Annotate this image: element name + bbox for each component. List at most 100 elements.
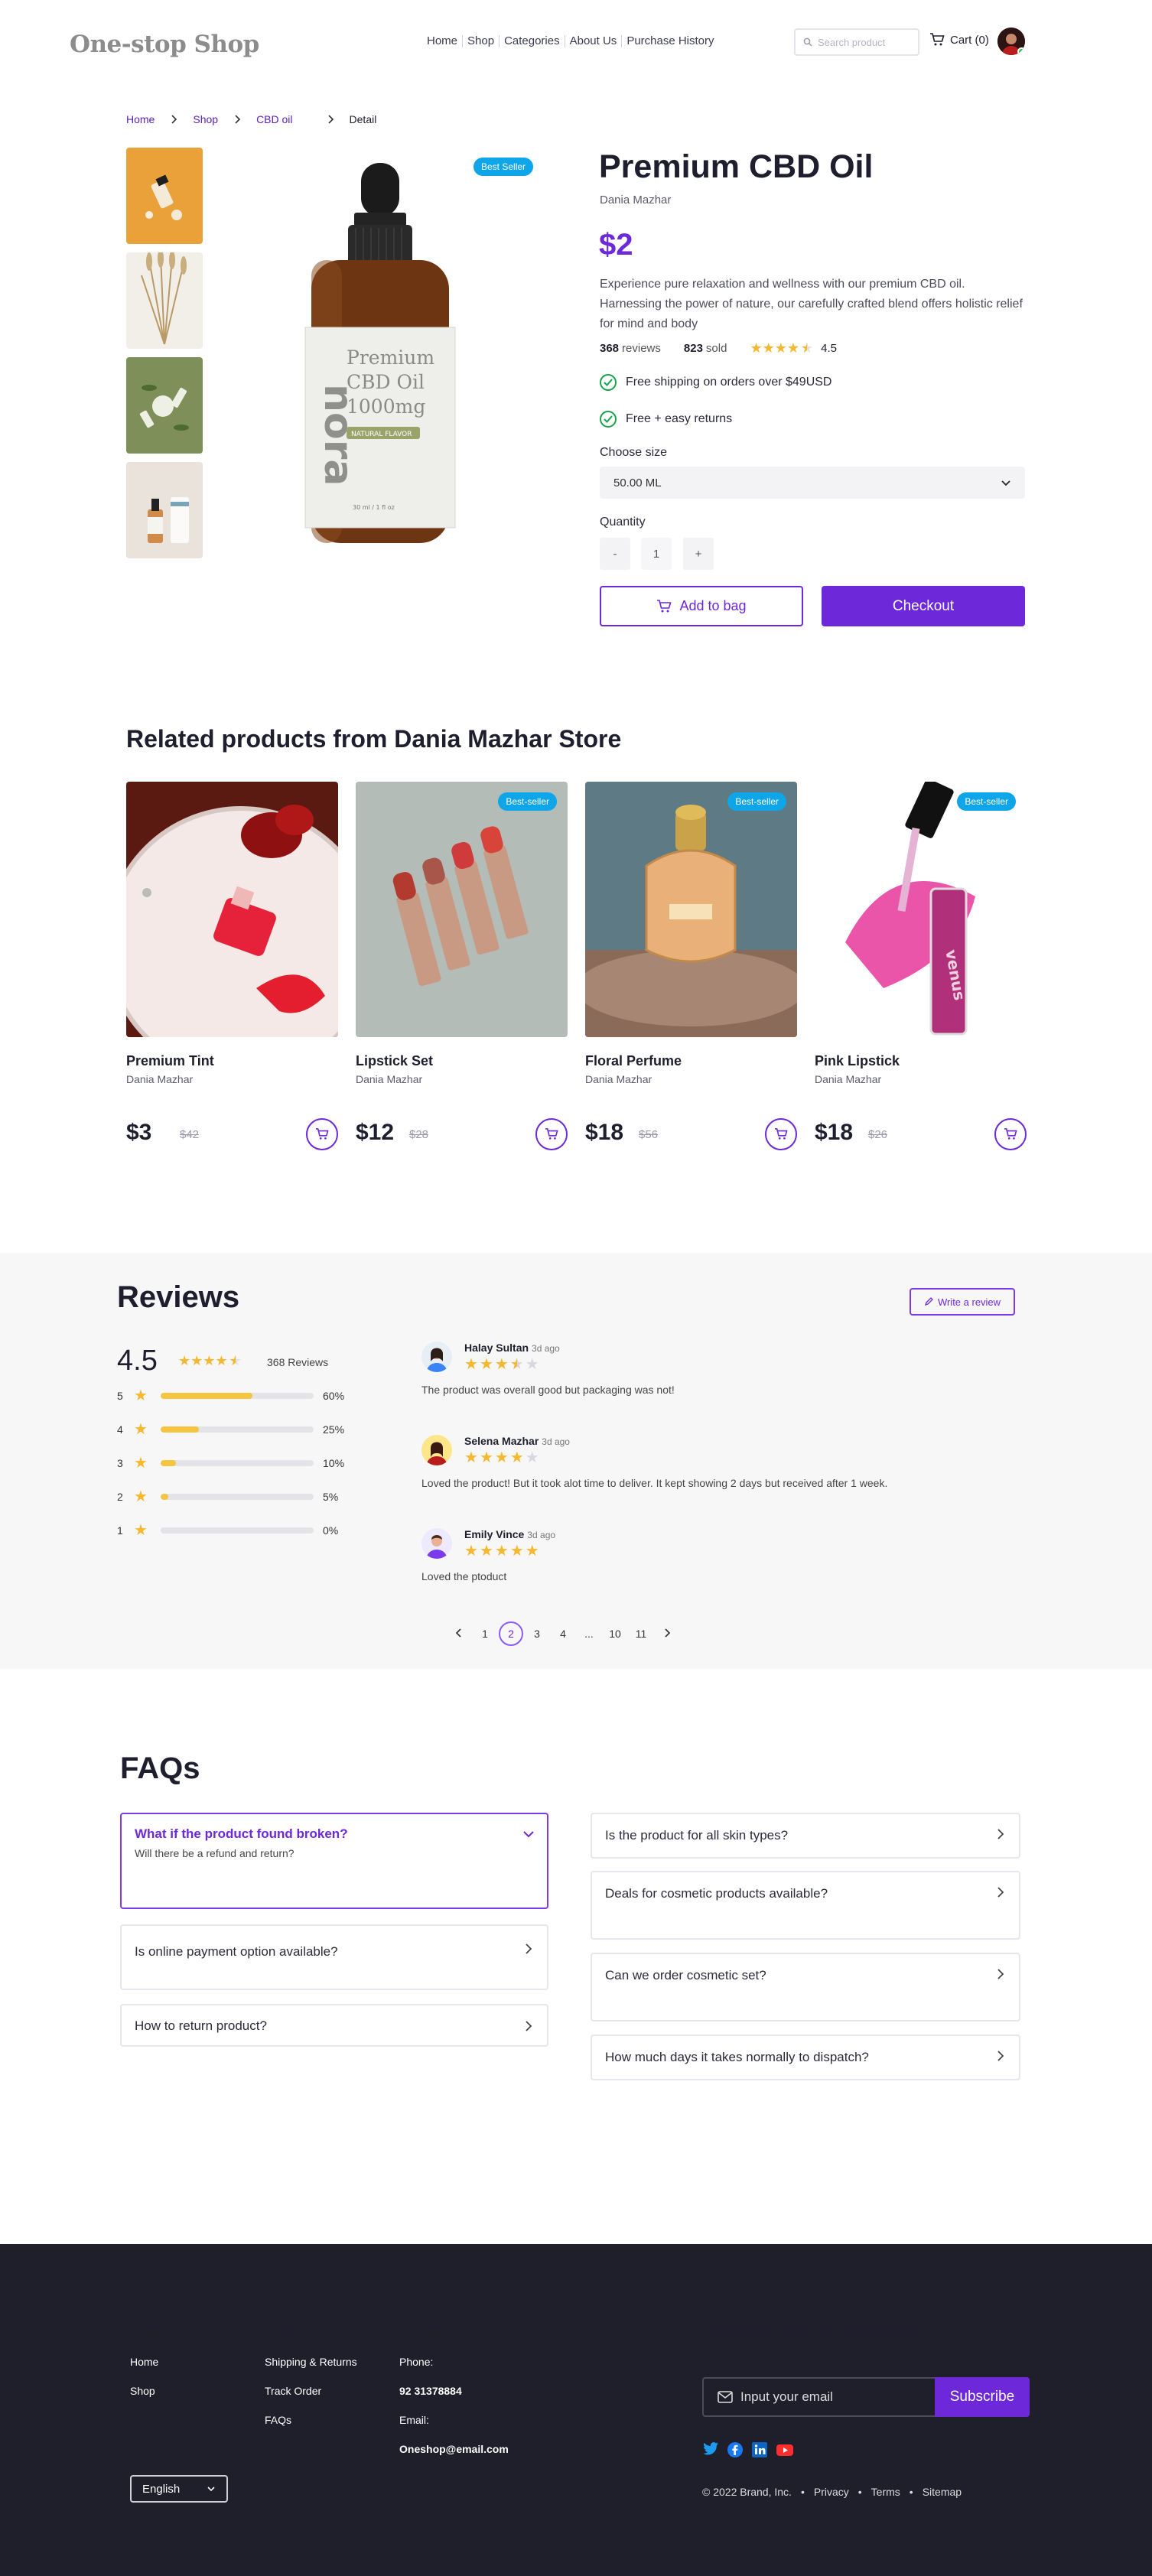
footer-link-track-order[interactable]: Track Order bbox=[265, 2385, 321, 2397]
product-card-premium-tint[interactable]: Premium Tint Dania Mazhar $3 $42 bbox=[126, 782, 338, 1150]
svg-text:30 ml / 1 fl oz: 30 ml / 1 fl oz bbox=[353, 504, 395, 511]
footer-legal: © 2022 Brand, Inc. • Privacy • Terms • S… bbox=[702, 2486, 962, 2498]
user-avatar[interactable] bbox=[997, 28, 1025, 55]
footer-link-faqs[interactable]: FAQs bbox=[265, 2414, 291, 2426]
reviewer-avatar bbox=[421, 1435, 452, 1465]
add-to-cart-button[interactable] bbox=[765, 1118, 797, 1150]
size-select[interactable]: 50.00 ML bbox=[600, 467, 1025, 499]
page-number[interactable]: 1 bbox=[472, 1628, 498, 1640]
product-name[interactable]: Premium Tint bbox=[126, 1053, 214, 1069]
faq-item-skin-types[interactable]: Is the product for all skin types? bbox=[591, 1813, 1020, 1859]
footer-link-shop[interactable]: Shop bbox=[130, 2385, 155, 2397]
gallery-thumb-3[interactable] bbox=[126, 357, 203, 454]
site-header: One-stop Shop Home Shop Categories About… bbox=[0, 0, 1152, 86]
privacy-link[interactable]: Privacy bbox=[814, 2486, 849, 2498]
quantity-increase-button[interactable]: + bbox=[683, 538, 714, 570]
perk-free-shipping: Free shipping on orders over $49USD bbox=[600, 374, 831, 391]
page-ellipsis: ... bbox=[584, 1628, 594, 1640]
faq-item-cosmetic-set[interactable]: Can we order cosmetic set? bbox=[591, 1953, 1020, 2021]
footer-link-shipping[interactable]: Shipping & Returns bbox=[265, 2356, 357, 2368]
review-item: Halay Sultan3d ago ★★★★★★ The product was … bbox=[421, 1342, 957, 1403]
reviews-count: 368 bbox=[600, 342, 620, 355]
add-to-cart-button[interactable] bbox=[306, 1118, 338, 1150]
faq-item-broken[interactable]: What if the product found broken? Will t… bbox=[120, 1813, 548, 1909]
page-numbers: 1 2 3 4... 10 11 bbox=[472, 1621, 654, 1646]
product-card-pink-lipstick[interactable]: venus Best-seller Pink Lipstick Dania Ma… bbox=[815, 782, 1027, 1150]
product-store[interactable]: Dania Mazhar bbox=[600, 194, 671, 207]
checkout-button[interactable]: Checkout bbox=[822, 586, 1025, 626]
breadcrumb-home[interactable]: Home bbox=[126, 113, 155, 125]
write-review-button[interactable]: Write a review bbox=[910, 1288, 1015, 1316]
nav-purchase-history[interactable]: Purchase History bbox=[622, 34, 718, 47]
gallery-thumb-4[interactable] bbox=[126, 462, 203, 558]
breadcrumb-shop[interactable]: Shop bbox=[193, 113, 218, 125]
breadcrumb-cbd-oil[interactable]: CBD oil bbox=[256, 113, 292, 125]
star-icon: ★ bbox=[134, 1421, 148, 1438]
previous-page-icon[interactable] bbox=[446, 1628, 472, 1640]
nav-categories[interactable]: Categories bbox=[500, 34, 565, 47]
rating-bar-fill bbox=[161, 1426, 199, 1433]
search-icon bbox=[803, 37, 812, 47]
perk-free-returns: Free + easy returns bbox=[600, 411, 732, 428]
rating-value: 4.5 bbox=[821, 342, 837, 355]
chevron-down-icon bbox=[207, 2487, 215, 2492]
terms-link[interactable]: Terms bbox=[871, 2486, 900, 2498]
chevron-right-icon bbox=[171, 115, 177, 124]
page-number[interactable]: 2 bbox=[499, 1621, 523, 1646]
page-number[interactable]: 10 bbox=[602, 1628, 628, 1640]
page-number[interactable]: 11 bbox=[628, 1628, 654, 1640]
sold-label: sold bbox=[705, 342, 727, 355]
footer-link-home[interactable]: Home bbox=[130, 2356, 158, 2368]
page-number[interactable]: 4 bbox=[550, 1628, 576, 1640]
faq-question: Deals for cosmetic products available? bbox=[605, 1886, 828, 1901]
review-item: Selena Mazhar 3d ago ★ ★ ★ ★ ★ Loved the produc… bbox=[421, 1435, 957, 1496]
faq-item-deals[interactable]: Deals for cosmetic products available? bbox=[591, 1871, 1020, 1940]
product-card-floral-perfume[interactable]: Best-seller Floral Perfume Dania Mazhar … bbox=[585, 782, 797, 1150]
product-name[interactable]: Lipstick Set bbox=[356, 1053, 433, 1069]
quantity-decrease-button[interactable]: - bbox=[600, 538, 630, 570]
page-number[interactable]: 3 bbox=[524, 1628, 550, 1640]
facebook-icon[interactable] bbox=[727, 2441, 744, 2458]
subscribe-button[interactable]: Subscribe bbox=[935, 2377, 1030, 2417]
chevron-right-icon bbox=[997, 2051, 1004, 2061]
product-old-price: $56 bbox=[639, 1128, 659, 1141]
nav-home[interactable]: Home bbox=[422, 34, 462, 47]
add-to-cart-button[interactable] bbox=[535, 1118, 568, 1150]
star-icon: ★ bbox=[134, 1488, 148, 1505]
rating-bar-fill bbox=[161, 1392, 252, 1399]
nav-about-us[interactable]: About Us bbox=[565, 34, 622, 47]
product-name[interactable]: Pink Lipstick bbox=[815, 1053, 900, 1069]
reviewer-avatar bbox=[421, 1528, 452, 1559]
product-card-lipstick-set[interactable]: Best-seller Lipstick Set Dania Mazhar $1… bbox=[356, 782, 568, 1150]
quantity-input[interactable]: 1 bbox=[641, 538, 672, 570]
product-image bbox=[356, 782, 568, 1037]
next-page-icon[interactable] bbox=[654, 1628, 680, 1640]
linkedin-icon[interactable] bbox=[751, 2441, 768, 2458]
rating-bar bbox=[161, 1392, 314, 1399]
language-select[interactable]: English bbox=[130, 2475, 228, 2503]
newsletter-email-input[interactable]: Input your email bbox=[704, 2389, 935, 2405]
gallery-thumb-2[interactable] bbox=[126, 252, 203, 349]
logo[interactable]: One-stop Shop bbox=[70, 31, 259, 58]
average-rating-stars: ★★★★★★ bbox=[178, 1353, 242, 1368]
star-icon: ★ bbox=[134, 1455, 148, 1472]
product-name[interactable]: Floral Perfume bbox=[585, 1053, 682, 1069]
footer-email[interactable]: Oneshop@email.com bbox=[399, 2443, 509, 2455]
faq-item-dispatch[interactable]: How much days it takes normally to dispa… bbox=[591, 2034, 1020, 2080]
gallery-thumb-1[interactable] bbox=[126, 148, 203, 244]
add-to-bag-button[interactable]: Add to bag bbox=[600, 586, 803, 626]
pagination: 1 2 3 4... 10 11 bbox=[446, 1621, 680, 1646]
search-input[interactable]: Search product bbox=[794, 28, 919, 56]
add-to-cart-button[interactable] bbox=[994, 1118, 1027, 1150]
faq-item-online-payment[interactable]: Is online payment option available? bbox=[120, 1924, 548, 1990]
cart-button[interactable]: Cart (0) bbox=[929, 33, 989, 47]
faq-item-return[interactable]: How to return product? bbox=[120, 2004, 548, 2047]
sitemap-link[interactable]: Sitemap bbox=[923, 2486, 962, 2498]
reviewer-name: Emily Vince bbox=[464, 1528, 525, 1540]
twitter-icon[interactable] bbox=[702, 2441, 719, 2457]
nav-shop[interactable]: Shop bbox=[463, 34, 499, 47]
product-title: Premium CBD Oil bbox=[599, 148, 874, 185]
youtube-icon[interactable] bbox=[776, 2441, 794, 2458]
footer-phone[interactable]: 92 31378884 bbox=[399, 2385, 462, 2397]
best-seller-badge: Best-seller bbox=[498, 792, 557, 811]
